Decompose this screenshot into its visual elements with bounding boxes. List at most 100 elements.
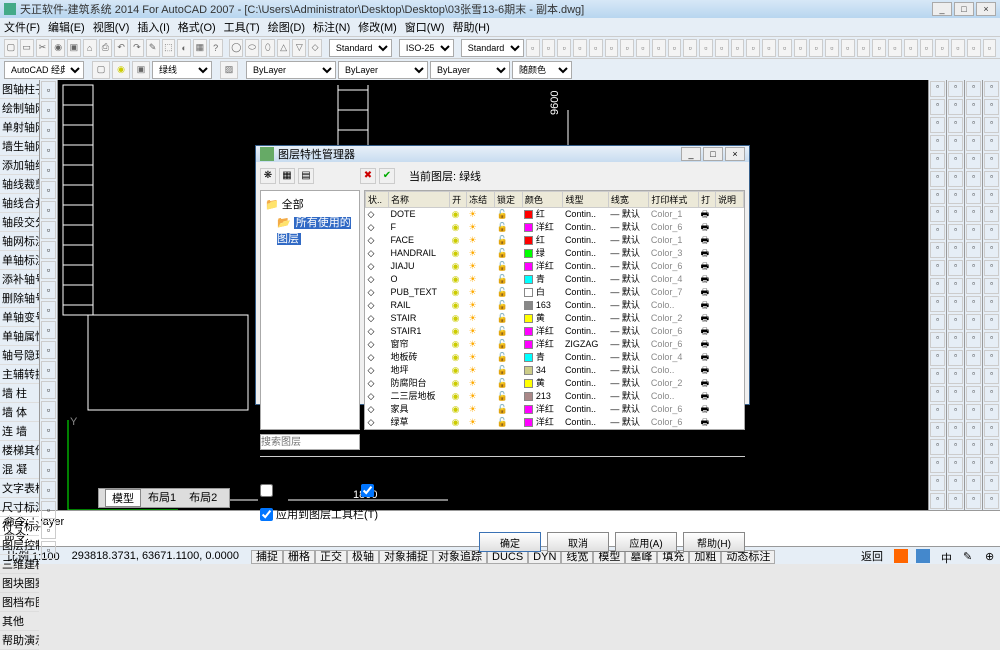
tab-layout1[interactable]: 布局1 <box>142 489 182 507</box>
tool-button[interactable]: ▫ <box>984 404 999 420</box>
layer-row[interactable]: ◇绿草◉☀🔓 洋红Contin..— 默认Color_6🖶 <box>366 416 744 429</box>
tool-button[interactable]: ▫ <box>948 224 963 240</box>
tool-button[interactable]: ▫ <box>930 135 945 151</box>
layer-row[interactable]: ◇JIAJU◉☀🔓 洋红Contin..— 默认Color_6🖶 <box>366 260 744 273</box>
toolbar-button[interactable]: ◉ <box>51 39 65 57</box>
tool-button[interactable]: ▫ <box>41 81 56 99</box>
bulb-icon[interactable]: ◉ <box>112 61 130 79</box>
tool-button[interactable]: ▫ <box>948 260 963 276</box>
toolbar-button[interactable]: ▫ <box>589 39 603 57</box>
tool-button[interactable]: ▫ <box>984 368 999 384</box>
tool-button[interactable]: ▫ <box>930 278 945 294</box>
toolbar-button[interactable]: ◯ <box>229 39 243 57</box>
toolbar-button[interactable]: ▫ <box>794 39 808 57</box>
tool-button[interactable]: ▫ <box>930 350 945 366</box>
grid-header[interactable]: 颜色 <box>522 192 563 208</box>
filter-tree[interactable]: 📁 全部 📂 所有使用的图层 <box>260 190 360 430</box>
tool-button[interactable]: ▫ <box>966 242 981 258</box>
toolbar-button[interactable]: ▫ <box>636 39 650 57</box>
tool-button[interactable]: ▫ <box>984 439 999 455</box>
opt-apply-toolbar[interactable]: 应用到图层工具栏(T) <box>260 506 378 522</box>
tool-button[interactable]: ▫ <box>984 153 999 169</box>
tool-button[interactable]: ▫ <box>41 321 56 339</box>
menu-item[interactable]: 格式(O) <box>178 19 216 35</box>
tool-button[interactable]: ▫ <box>41 541 56 559</box>
cancel-button[interactable]: 取消 <box>547 532 609 552</box>
tool-button[interactable]: ▫ <box>984 314 999 330</box>
layer-row[interactable]: ◇STAIR1◉☀🔓 洋红Contin..— 默认Color_6🖶 <box>366 325 744 338</box>
tz-item[interactable]: 图档布图 <box>0 593 39 612</box>
tool-button[interactable]: ▫ <box>948 350 963 366</box>
tz-item[interactable]: 符号标注 <box>0 517 39 536</box>
set-current-icon[interactable]: ✔ <box>379 168 395 184</box>
tool-button[interactable]: ▫ <box>930 99 945 115</box>
close-button[interactable]: × <box>976 2 996 16</box>
tz-item[interactable]: 轴线合并 <box>0 194 39 213</box>
tz-item[interactable]: 图块图案 <box>0 574 39 593</box>
tool-button[interactable]: ▫ <box>948 422 963 438</box>
tool-button[interactable]: ▫ <box>966 332 981 348</box>
tool-button[interactable]: ▫ <box>984 296 999 312</box>
toolbar-button[interactable]: ⬚ <box>162 39 176 57</box>
tz-item[interactable]: 绘制轴网 <box>0 99 39 118</box>
toolbar-button[interactable]: ▫ <box>731 39 745 57</box>
tool-button[interactable]: ▫ <box>930 422 945 438</box>
tool-button[interactable]: ▫ <box>948 296 963 312</box>
tool-button[interactable]: ▫ <box>41 181 56 199</box>
tool-button[interactable]: ▫ <box>984 171 999 187</box>
tool-button[interactable]: ▫ <box>966 171 981 187</box>
tz-item[interactable]: 墙 柱 <box>0 384 39 403</box>
toolbar-button[interactable]: ▫ <box>652 39 666 57</box>
tool-button[interactable]: ▫ <box>948 332 963 348</box>
tz-item[interactable]: 尺寸标注 <box>0 498 39 517</box>
tool-button[interactable]: ▫ <box>41 401 56 419</box>
tool-button[interactable]: ▫ <box>930 153 945 169</box>
tool-button[interactable]: ▫ <box>966 439 981 455</box>
toolbar-button[interactable]: ▫ <box>967 39 981 57</box>
toolbar-button[interactable]: ▫ <box>573 39 587 57</box>
tool-button[interactable]: ▫ <box>930 475 945 491</box>
tool-button[interactable]: ▫ <box>966 135 981 151</box>
tool-button[interactable]: ▫ <box>966 493 981 509</box>
layer-row[interactable]: ◇家具◉☀🔓 洋红Contin..— 默认Color_6🖶 <box>366 403 744 416</box>
tool-button[interactable]: ▫ <box>984 81 999 97</box>
workspace-combo[interactable]: AutoCAD 经典 <box>4 61 84 79</box>
tz-item[interactable]: 单轴标注 <box>0 251 39 270</box>
toolbar-button[interactable]: ▢ <box>4 39 18 57</box>
toolbar-button[interactable]: ✂ <box>36 39 50 57</box>
toolbar-button[interactable]: ↷ <box>130 39 144 57</box>
tool-button[interactable]: ▫ <box>966 99 981 115</box>
tz-item[interactable]: 轴段交分 <box>0 213 39 232</box>
grid-header[interactable]: 线宽 <box>608 192 649 208</box>
layer-row[interactable]: ◇HANDRAIL◉☀🔓 绿Contin..— 默认Color_3🖶 <box>366 247 744 260</box>
tz-item[interactable]: 三维建模 <box>0 555 39 574</box>
tool-button[interactable]: ▫ <box>930 493 945 509</box>
toolbar-button[interactable]: ⎙ <box>99 39 113 57</box>
tool-button[interactable]: ▫ <box>948 171 963 187</box>
tool-button[interactable]: ▫ <box>948 439 963 455</box>
tray-icon-3[interactable]: 中 <box>938 549 952 563</box>
toolbar-combo[interactable]: Standard <box>329 39 392 57</box>
toolbar-button[interactable]: ▫ <box>715 39 729 57</box>
tool-button[interactable]: ▫ <box>984 99 999 115</box>
tool-button[interactable]: ▫ <box>948 135 963 151</box>
dialog-min-button[interactable]: _ <box>681 147 701 161</box>
tool-button[interactable]: ▫ <box>966 153 981 169</box>
opt-invert[interactable]: 反转过滤器(I) <box>260 482 341 498</box>
tool-button[interactable]: ▫ <box>984 493 999 509</box>
tool-button[interactable]: ▫ <box>948 404 963 420</box>
max-button[interactable]: □ <box>954 2 974 16</box>
tool-button[interactable]: ▫ <box>41 141 56 159</box>
tz-item[interactable]: 其他 <box>0 612 39 631</box>
grid-header[interactable]: 说明 <box>716 192 744 208</box>
tool-button[interactable]: ▫ <box>948 475 963 491</box>
layer-row[interactable]: ◇RAIL◉☀🔓 163Contin..— 默认Colo..🖶 <box>366 299 744 312</box>
tool-button[interactable]: ▫ <box>984 117 999 133</box>
toolbar-button[interactable]: ▫ <box>920 39 934 57</box>
tool-button[interactable]: ▫ <box>948 81 963 97</box>
dialog-title-bar[interactable]: 图层特性管理器 _ □ × <box>256 146 749 162</box>
tool-button[interactable]: ▫ <box>948 206 963 222</box>
layer-row[interactable]: ◇FACE◉☀🔓 红Contin..— 默认Color_1🖶 <box>366 234 744 247</box>
tool-button[interactable]: ▫ <box>930 189 945 205</box>
bylayer-combo-2[interactable]: ByLayer <box>338 61 428 79</box>
